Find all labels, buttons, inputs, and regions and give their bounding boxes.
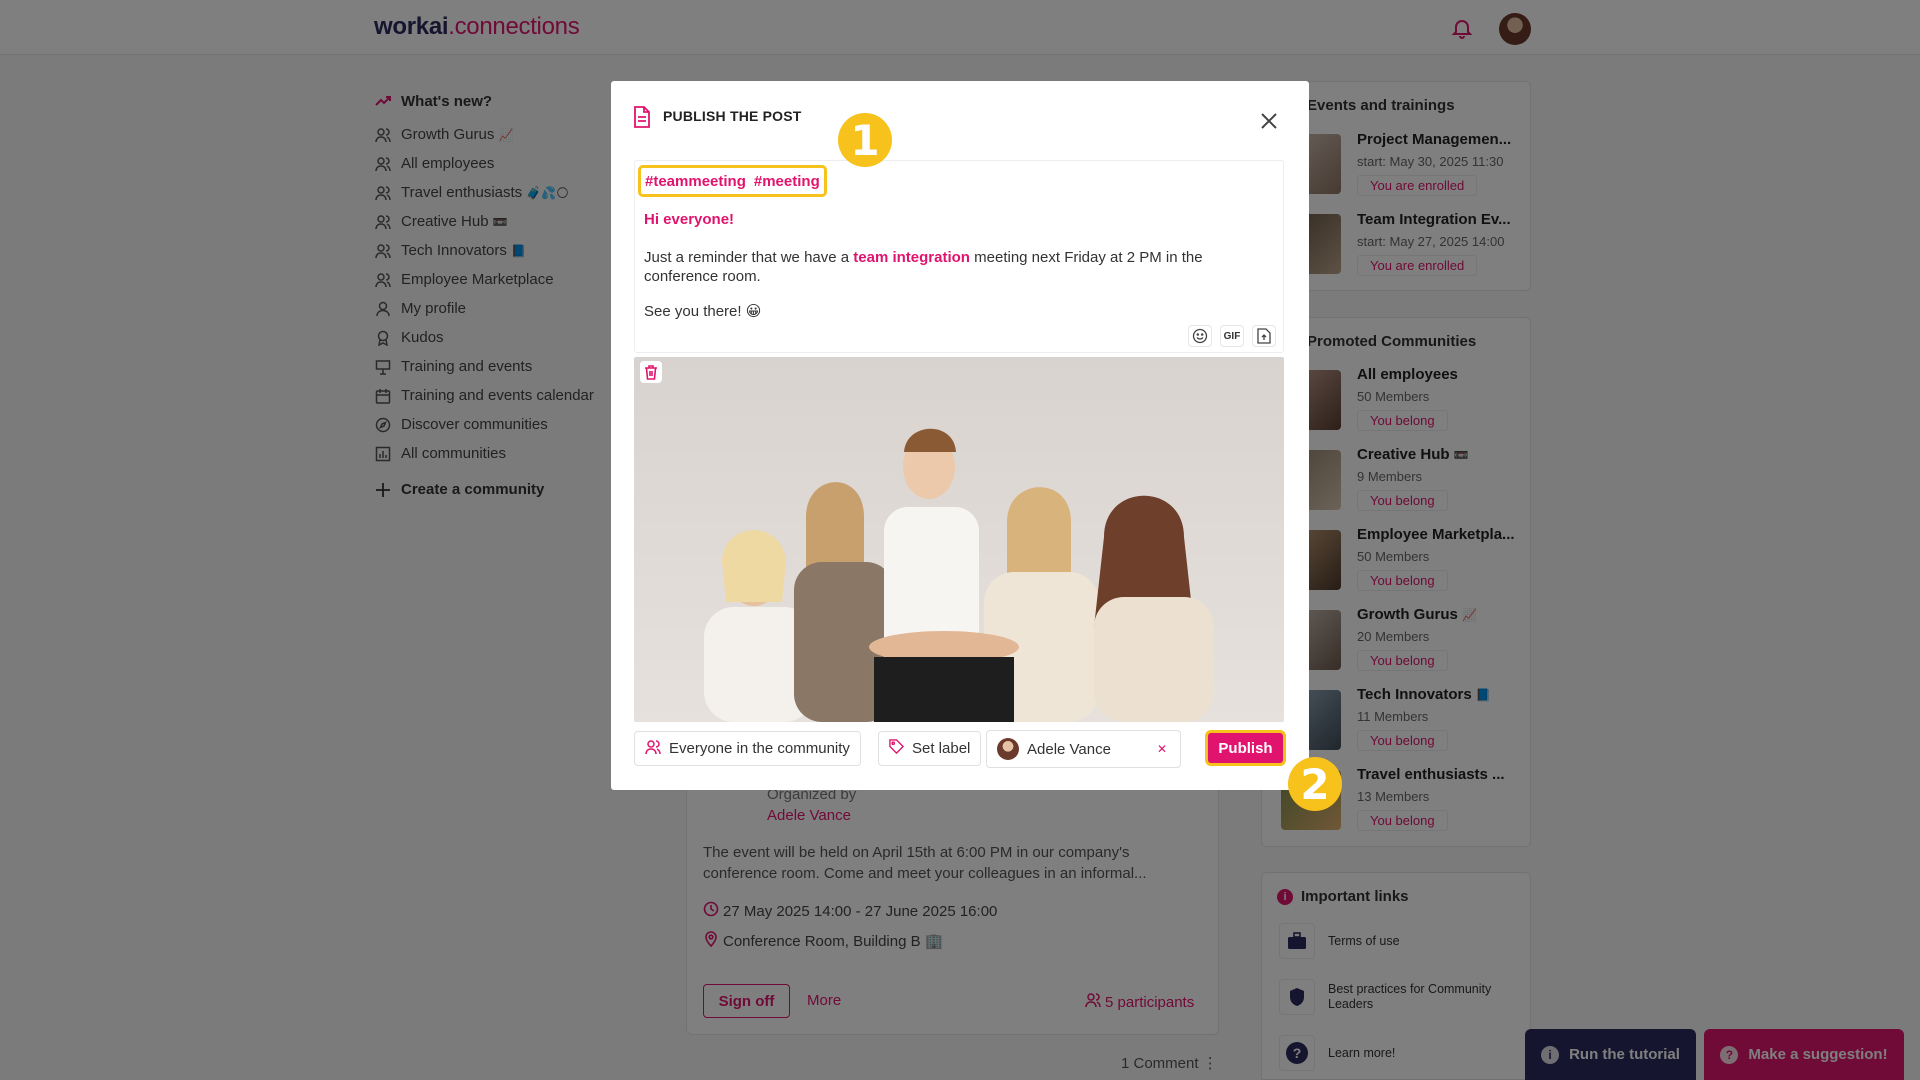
users-icon: [645, 739, 661, 759]
emoji-icon[interactable]: [1188, 325, 1212, 347]
post-body-text: Just a reminder that we have a: [644, 249, 854, 266]
document-icon: [633, 106, 651, 133]
hashtag[interactable]: #meeting: [754, 173, 820, 190]
post-body: Just a reminder that we have a team inte…: [644, 248, 1264, 286]
post-body-highlight: team integration: [853, 249, 970, 266]
hashtag[interactable]: #teammeeting: [645, 173, 746, 190]
hashtags[interactable]: #teammeeting #meeting: [638, 165, 827, 197]
tutorial-marker-2: 2: [1288, 757, 1342, 811]
author-name: Adele Vance: [1027, 740, 1111, 758]
post-greeting: Hi everyone!: [644, 211, 735, 228]
close-icon[interactable]: [1256, 108, 1282, 134]
audience-selector[interactable]: Everyone in the community: [634, 731, 861, 766]
set-label-button[interactable]: Set label: [878, 731, 982, 766]
remove-author-icon[interactable]: ✕: [1157, 742, 1167, 756]
gif-button[interactable]: GIF: [1220, 325, 1244, 347]
attached-photo: [634, 357, 1284, 722]
file-upload-icon[interactable]: [1252, 325, 1276, 347]
post-closing: See you there! 😀: [644, 303, 762, 320]
publish-button[interactable]: Publish: [1205, 730, 1286, 766]
author-avatar: [997, 738, 1019, 760]
tag-icon: [889, 739, 905, 758]
tutorial-marker-1: 1: [838, 113, 892, 167]
audience-label: Everyone in the community: [669, 740, 850, 757]
author-selector[interactable]: Adele Vance ✕: [986, 730, 1181, 768]
set-label-text: Set label: [912, 740, 971, 757]
modal-title: PUBLISH THE POST: [663, 108, 802, 124]
trash-icon[interactable]: [640, 361, 662, 383]
